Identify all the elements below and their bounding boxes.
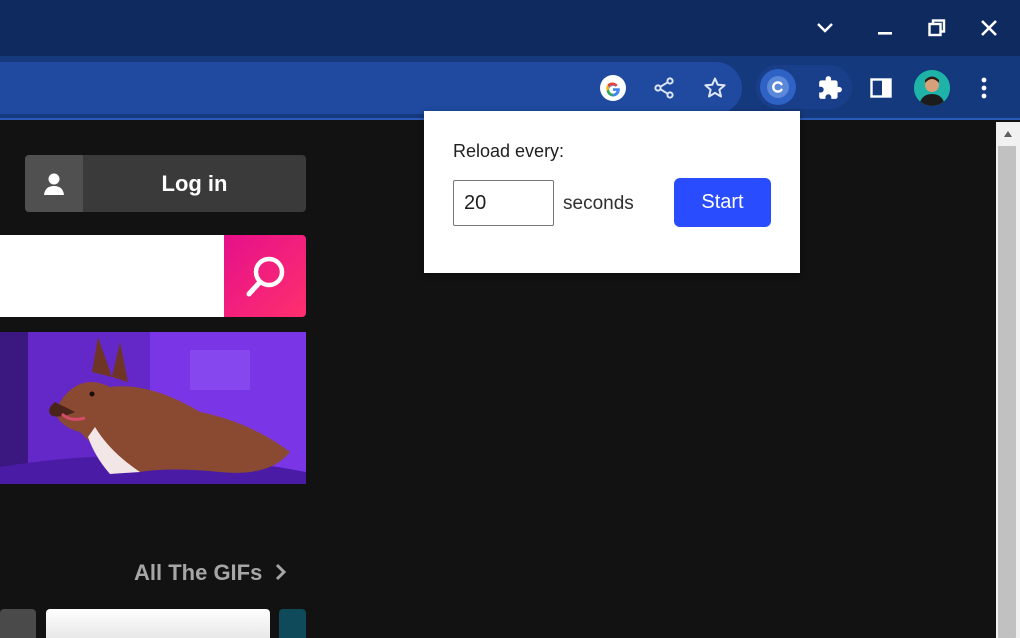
gif-thumbnail[interactable] xyxy=(279,609,306,638)
reload-every-label: Reload every: xyxy=(453,141,565,161)
gif-thumbnail[interactable] xyxy=(0,609,36,638)
search-input[interactable] xyxy=(0,235,224,317)
featured-gif-banner[interactable] xyxy=(0,332,306,484)
gif-thumbnail[interactable] xyxy=(46,609,270,638)
seconds-unit-label: seconds xyxy=(563,193,634,214)
user-icon xyxy=(25,155,83,212)
search-button[interactable] xyxy=(224,235,306,317)
scroll-up-arrow-icon[interactable] xyxy=(996,122,1020,146)
browser-title-bar xyxy=(0,0,1020,56)
side-panel-icon[interactable] xyxy=(863,70,899,106)
search-icon xyxy=(246,256,285,297)
login-button[interactable]: Log in xyxy=(25,155,306,212)
share-icon[interactable] xyxy=(646,70,682,106)
all-gifs-label: All The GIFs xyxy=(134,560,263,585)
auto-refresh-extension-icon[interactable] xyxy=(760,69,796,105)
close-window-icon[interactable] xyxy=(973,12,1005,44)
start-button[interactable]: Start xyxy=(674,178,771,227)
kebab-menu-icon[interactable] xyxy=(966,70,1002,106)
auto-refresh-popup: Reload every: seconds Start xyxy=(424,111,800,273)
restore-icon[interactable] xyxy=(921,12,953,44)
all-gifs-link[interactable]: All The GIFs xyxy=(134,558,288,588)
extensions-puzzle-icon[interactable] xyxy=(812,70,848,106)
bookmark-star-icon[interactable] xyxy=(697,70,733,106)
page-scrollbar[interactable] xyxy=(996,122,1020,638)
tab-search-chevron-icon[interactable] xyxy=(809,12,841,44)
interval-seconds-input[interactable] xyxy=(453,180,554,226)
chevron-right-icon xyxy=(276,563,287,581)
login-label: Log in xyxy=(161,171,228,196)
google-lens-icon[interactable] xyxy=(595,70,631,106)
profile-avatar[interactable] xyxy=(914,70,950,106)
scrollbar-thumb[interactable] xyxy=(998,146,1016,638)
minimize-icon[interactable] xyxy=(869,12,901,44)
